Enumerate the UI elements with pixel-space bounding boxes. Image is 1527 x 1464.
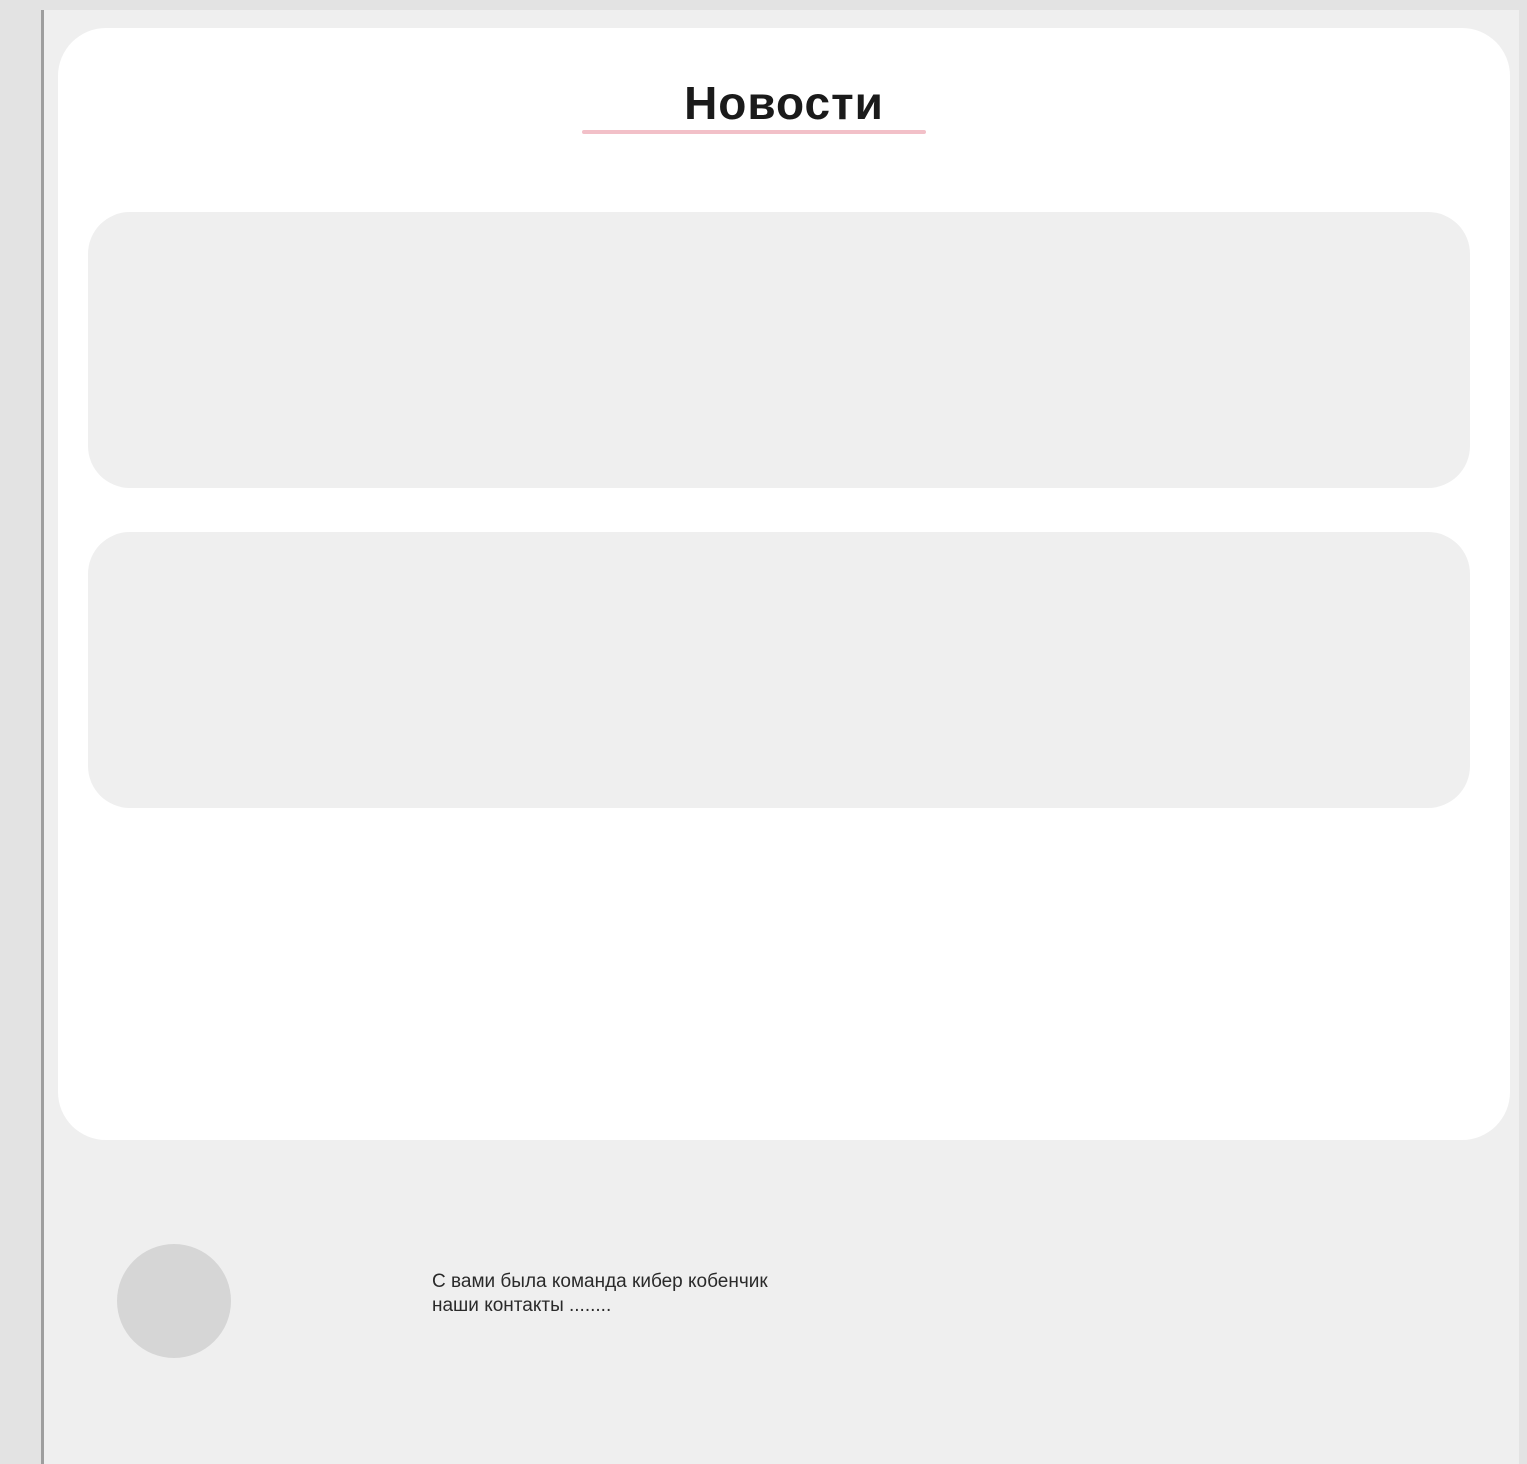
news-card[interactable] [88,212,1470,488]
page: Новости С вами была команда кибер кобенч… [44,10,1519,1464]
page-title: Новости [684,77,884,129]
title-underline [582,130,926,134]
footer-text: С вами была команда кибер кобенчик наши … [432,1270,1032,1318]
news-panel: Новости [58,28,1510,1140]
news-card[interactable] [88,532,1470,808]
footer-line-contacts: наши контакты ........ [432,1295,612,1316]
app-frame: Новости С вами была команда кибер кобенч… [0,0,1527,1464]
avatar [117,1244,231,1358]
footer: С вами была команда кибер кобенчик наши … [44,1140,1519,1464]
footer-line-team: С вами была команда кибер кобенчик [432,1271,768,1292]
